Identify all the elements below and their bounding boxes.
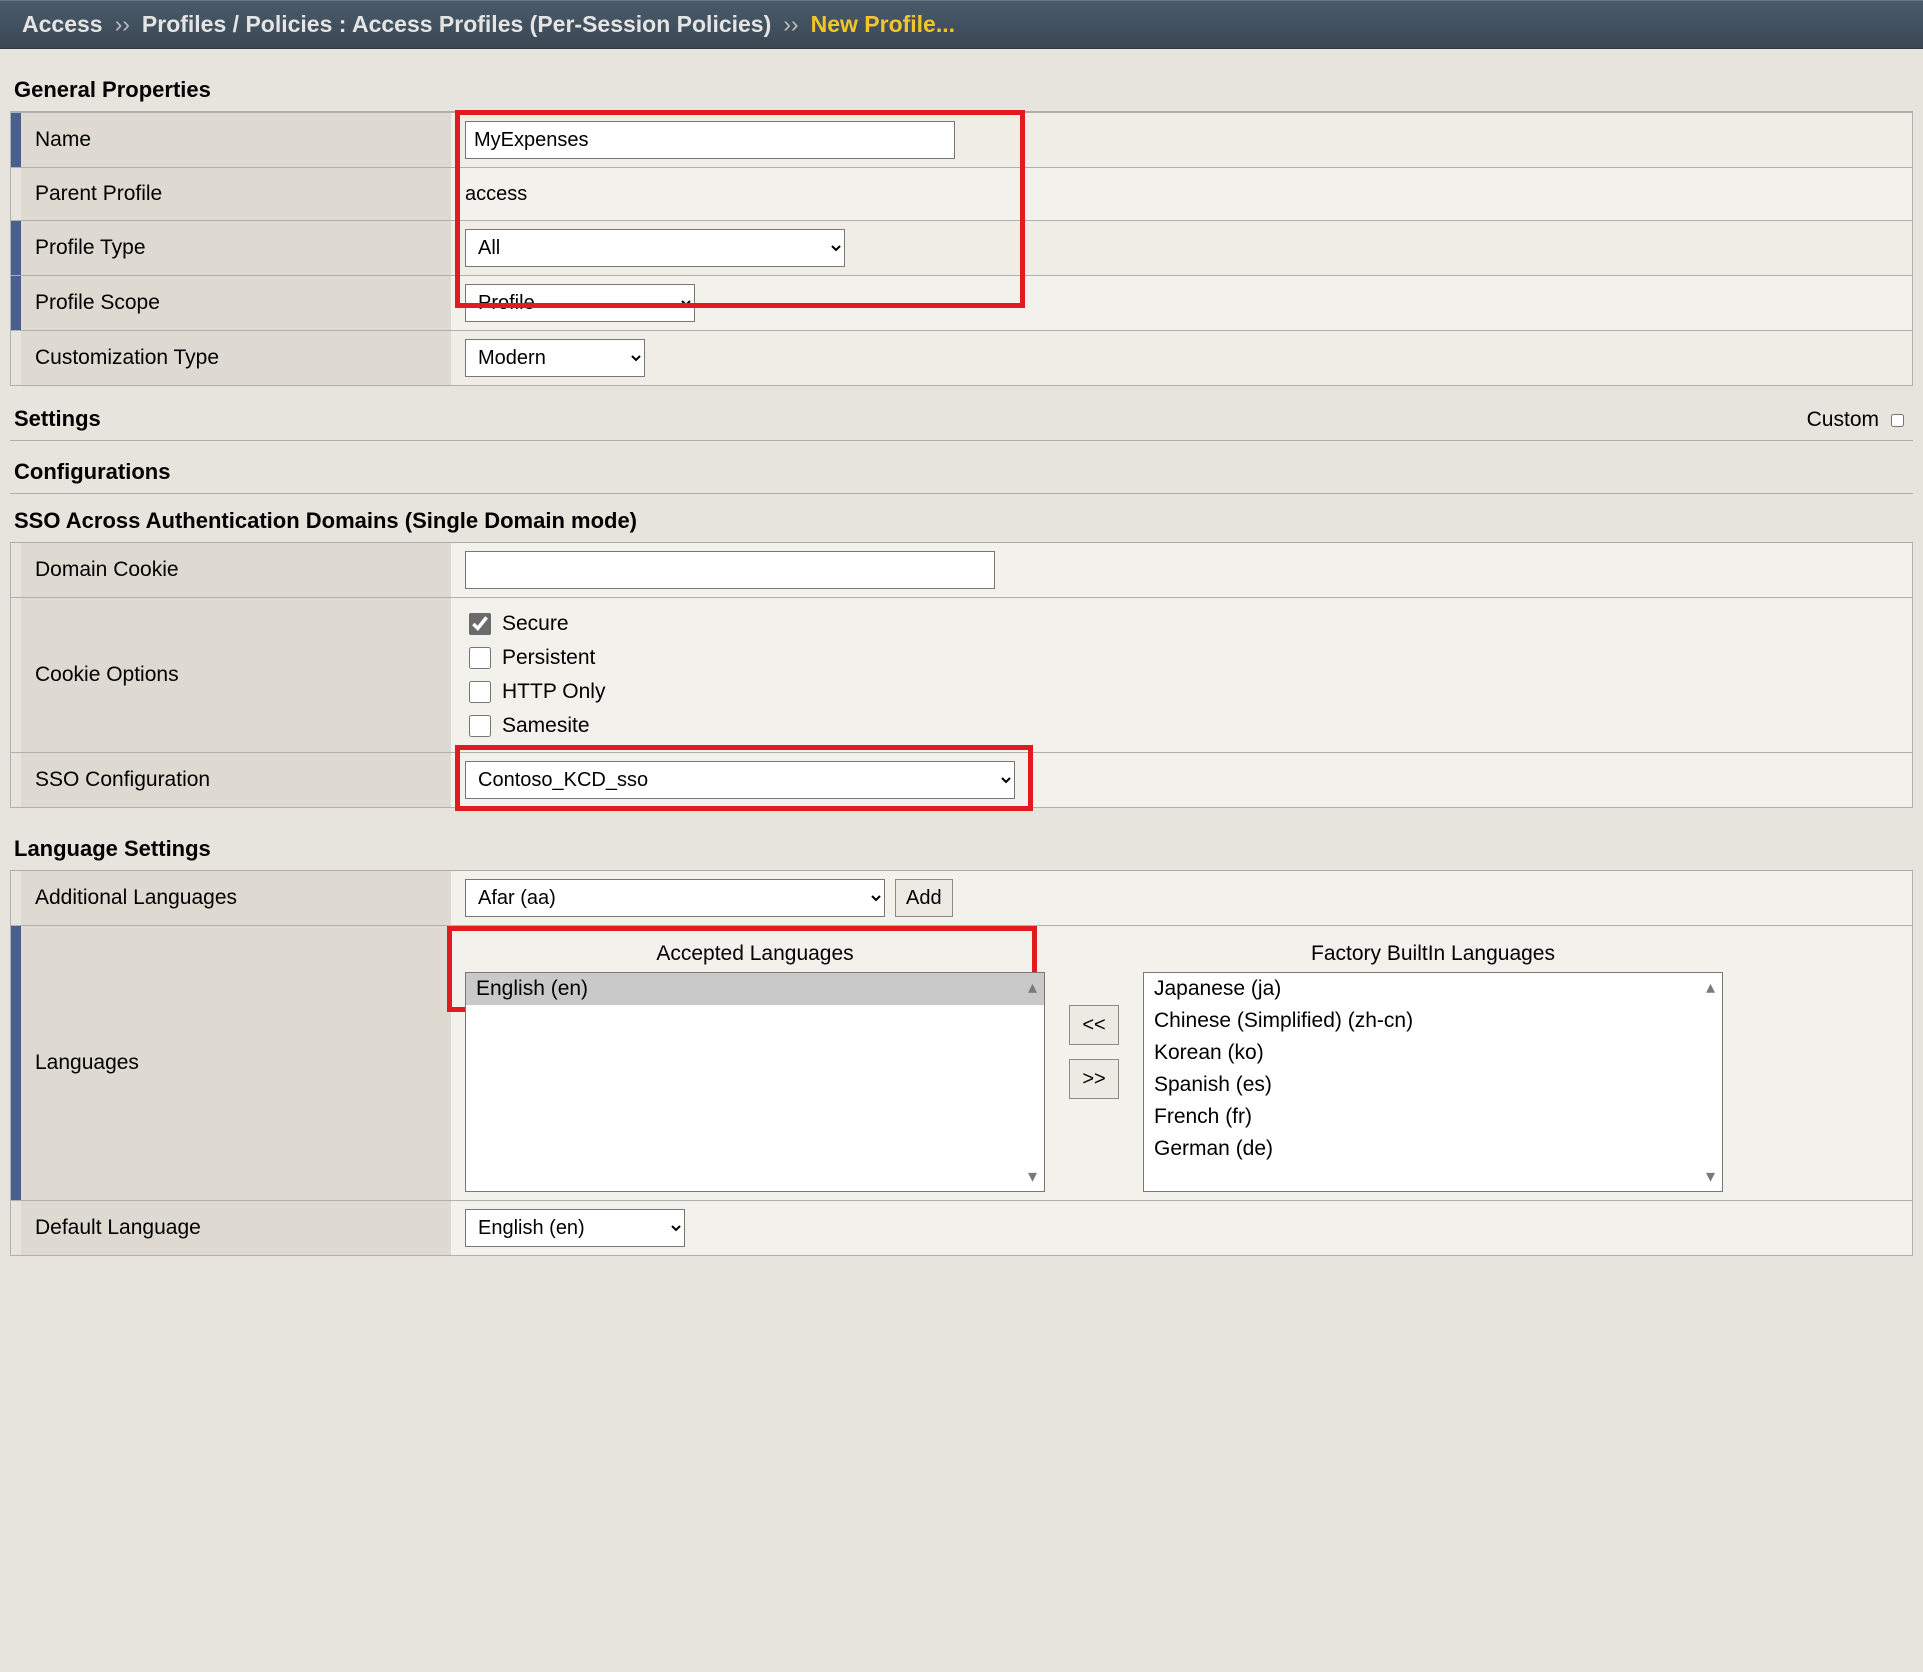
add-language-button[interactable]: Add: [895, 879, 953, 917]
row-marker: [11, 871, 21, 925]
section-title-settings-row: Settings Custom: [10, 386, 1913, 441]
label-additional-languages: Additional Languages: [21, 871, 451, 925]
row-marker: [11, 113, 21, 167]
row-marker: [11, 753, 21, 807]
list-item[interactable]: English (en): [466, 973, 1044, 1005]
list-item[interactable]: German (de): [1144, 1133, 1722, 1165]
label-cookie-options: Cookie Options: [21, 598, 451, 752]
list-item[interactable]: Japanese (ja): [1144, 973, 1722, 1005]
dual-list: Accepted Languages English (en) ▴▾ << >>…: [465, 934, 1898, 1192]
label-customization-type: Customization Type: [21, 331, 451, 385]
label-parent-profile: Parent Profile: [21, 168, 451, 220]
name-input[interactable]: [465, 121, 955, 159]
custom-checkbox[interactable]: [1891, 414, 1904, 427]
breadcrumb-sep-2: ››: [783, 11, 798, 38]
row-marker: [11, 543, 21, 597]
cookie-secure-checkbox[interactable]: [469, 613, 491, 635]
cookie-secure-label: Secure: [502, 608, 569, 640]
row-marker: [11, 1201, 21, 1255]
profile-scope-select[interactable]: Profile: [465, 284, 695, 322]
profile-type-select[interactable]: All: [465, 229, 845, 267]
label-profile-type: Profile Type: [21, 221, 451, 275]
panel-general: Name Parent Profile access Profile Type …: [10, 112, 1913, 386]
row-marker: [11, 276, 21, 330]
section-title-configurations: Configurations: [10, 441, 1913, 494]
list-item[interactable]: French (fr): [1144, 1101, 1722, 1133]
parent-profile-value: access: [465, 183, 527, 206]
cookie-httponly-label: HTTP Only: [502, 676, 605, 708]
row-marker: [11, 221, 21, 275]
list-item[interactable]: Chinese (Simplified) (zh-cn): [1144, 1005, 1722, 1037]
cookie-persistent-label: Persistent: [502, 642, 595, 674]
cookie-persistent-checkbox[interactable]: [469, 647, 491, 669]
default-language-select[interactable]: English (en): [465, 1209, 685, 1247]
row-marker: [11, 168, 21, 220]
label-domain-cookie: Domain Cookie: [21, 543, 451, 597]
section-title-settings: Settings: [14, 406, 101, 432]
accepted-languages-list[interactable]: English (en): [465, 972, 1045, 1192]
breadcrumb-root[interactable]: Access: [22, 11, 103, 38]
row-marker: [11, 926, 21, 1200]
move-right-button[interactable]: >>: [1069, 1059, 1119, 1099]
breadcrumb-current: New Profile...: [811, 11, 955, 38]
breadcrumb-mid[interactable]: Profiles / Policies : Access Profiles (P…: [142, 11, 771, 38]
section-title-sso: SSO Across Authentication Domains (Singl…: [10, 494, 1913, 543]
breadcrumb-sep-1: ››: [115, 11, 130, 38]
move-left-button[interactable]: <<: [1069, 1005, 1119, 1045]
breadcrumb: Access ›› Profiles / Policies : Access P…: [0, 0, 1923, 49]
row-marker: [11, 331, 21, 385]
cookie-samesite-label: Samesite: [502, 710, 590, 742]
scroll-hint-icon: ▴▾: [1702, 973, 1719, 1191]
custom-label: Custom: [1807, 408, 1879, 432]
label-profile-scope: Profile Scope: [21, 276, 451, 330]
list-item[interactable]: Korean (ko): [1144, 1037, 1722, 1069]
additional-languages-select[interactable]: Afar (aa): [465, 879, 885, 917]
accepted-languages-title: Accepted Languages: [656, 942, 853, 972]
list-item[interactable]: Spanish (es): [1144, 1069, 1722, 1101]
label-sso-config: SSO Configuration: [21, 753, 451, 807]
cookie-httponly-checkbox[interactable]: [469, 681, 491, 703]
panel-sso: Domain Cookie Cookie Options Secure Pers…: [10, 543, 1913, 808]
panel-language: Additional Languages Afar (aa) Add Langu…: [10, 871, 1913, 1256]
domain-cookie-input[interactable]: [465, 551, 995, 589]
sso-config-select[interactable]: Contoso_KCD_sso: [465, 761, 1015, 799]
row-marker: [11, 598, 21, 752]
customization-type-select[interactable]: Modern: [465, 339, 645, 377]
factory-languages-list[interactable]: Japanese (ja)Chinese (Simplified) (zh-cn…: [1143, 972, 1723, 1192]
factory-languages-title: Factory BuiltIn Languages: [1311, 942, 1555, 972]
scroll-hint-icon: ▴▾: [1024, 973, 1041, 1191]
label-name: Name: [21, 113, 451, 167]
section-title-general: General Properties: [10, 49, 1913, 112]
section-title-language: Language Settings: [10, 808, 1913, 871]
label-languages: Languages: [21, 926, 451, 1200]
label-default-language: Default Language: [21, 1201, 451, 1255]
cookie-samesite-checkbox[interactable]: [469, 715, 491, 737]
